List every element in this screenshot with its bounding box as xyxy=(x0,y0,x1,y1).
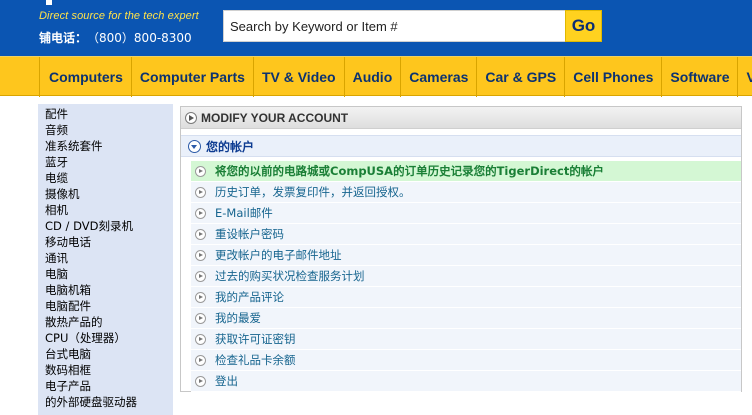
sidebar-item[interactable]: 电脑配件 xyxy=(45,298,173,314)
link-product-reviews[interactable]: 我的产品评论 xyxy=(191,287,741,308)
arrow-right-icon xyxy=(195,249,206,261)
your-account-header[interactable]: 您的帐户 xyxy=(181,135,741,157)
modify-account-bar[interactable]: MODIFY YOUR ACCOUNT xyxy=(181,107,741,129)
nav-item-computers[interactable]: Computers xyxy=(39,57,132,97)
arrow-right-icon xyxy=(185,111,197,124)
go-button[interactable]: Go xyxy=(565,10,602,42)
phone-number: （800）800-8300 xyxy=(93,31,192,45)
nav-item-tv-video[interactable]: TV & Video xyxy=(254,57,345,97)
link-label: 将您的以前的电路城或CompUSA的订单历史记录您的TigerDirect的帐户 xyxy=(215,164,604,178)
link-license-keys[interactable]: 获取许可证密钥 xyxy=(191,329,741,350)
nav-items: Computers Computer Parts TV & Video Audi… xyxy=(39,57,752,97)
link-label: 检查礼品卡余额 xyxy=(215,353,296,367)
sidebar-item[interactable]: 数码相框 xyxy=(45,362,173,378)
sidebar-item[interactable]: 台式电脑 xyxy=(45,346,173,362)
chevron-down-icon xyxy=(188,139,201,153)
sidebar-item[interactable]: 散热产品的 xyxy=(45,314,173,330)
link-label: 我的最爱 xyxy=(215,311,261,325)
link-service-plans[interactable]: 过去的购买状况检查服务计划 xyxy=(191,266,741,287)
sidebar-item[interactable]: 摄像机 xyxy=(45,186,173,202)
link-logout[interactable]: 登出 xyxy=(191,371,741,392)
arrow-right-icon xyxy=(195,186,206,198)
sidebar-item[interactable]: 的外部硬盘驱动器 xyxy=(45,394,173,410)
search-box xyxy=(223,10,565,42)
arrow-right-icon xyxy=(195,228,206,240)
sidebar-item[interactable]: CD / DVD刻录机 xyxy=(45,218,173,234)
nav-item-cameras[interactable]: Cameras xyxy=(401,57,478,97)
account-links: 将您的以前的电路城或CompUSA的订单历史记录您的TigerDirect的帐户… xyxy=(191,161,741,392)
logo-fragment[interactable] xyxy=(46,0,52,5)
link-reset-password[interactable]: 重设帐户密码 xyxy=(191,224,741,245)
link-label: 历史订单，发票复印件，并返回授权。 xyxy=(215,185,411,199)
nav-item-video[interactable]: Vi xyxy=(738,57,752,97)
sidebar-item[interactable]: 电缆 xyxy=(45,170,173,186)
link-label: 获取许可证密钥 xyxy=(215,332,296,346)
search-input[interactable] xyxy=(230,18,560,34)
link-label: 我的产品评论 xyxy=(215,290,284,304)
sidebar-item[interactable]: 音频 xyxy=(45,122,173,138)
sidebar-item[interactable]: 蓝牙 xyxy=(45,154,173,170)
link-email[interactable]: E-Mail邮件 xyxy=(191,203,741,224)
sidebar-item[interactable]: 相机 xyxy=(45,202,173,218)
phone-info: 铺电话： （800）800-8300 xyxy=(39,29,192,46)
link-label: 重设帐户密码 xyxy=(215,227,284,241)
arrow-right-icon xyxy=(195,354,206,366)
link-label: 更改帐户的电子邮件地址 xyxy=(215,248,342,262)
arrow-right-icon xyxy=(195,207,206,219)
link-label: 过去的购买状况检查服务计划 xyxy=(215,269,365,283)
sidebar-item[interactable]: 准系统套件 xyxy=(45,138,173,154)
link-favorites[interactable]: 我的最爱 xyxy=(191,308,741,329)
sidebar-item[interactable]: 电脑 xyxy=(45,266,173,282)
arrow-right-icon xyxy=(195,291,206,303)
link-change-email[interactable]: 更改帐户的电子邮件地址 xyxy=(191,245,741,266)
link-label: E-Mail邮件 xyxy=(215,206,273,220)
link-gift-card-balance[interactable]: 检查礼品卡余额 xyxy=(191,350,741,371)
sidebar-item[interactable]: 电子产品 xyxy=(45,378,173,394)
nav-item-cell-phones[interactable]: Cell Phones xyxy=(565,57,663,97)
account-panel: MODIFY YOUR ACCOUNT 您的帐户 将您的以前的电路城或CompU… xyxy=(180,106,742,392)
link-order-history[interactable]: 历史订单，发票复印件，并返回授权。 xyxy=(191,182,741,203)
sidebar-item[interactable]: CPU（处理器） xyxy=(45,330,173,346)
nav-item-audio[interactable]: Audio xyxy=(345,57,402,97)
arrow-right-icon xyxy=(195,270,206,282)
sidebar-item[interactable]: 通讯 xyxy=(45,250,173,266)
link-label: 登出 xyxy=(215,374,238,388)
nav-item-car-gps[interactable]: Car & GPS xyxy=(477,57,566,97)
modify-account-title: MODIFY YOUR ACCOUNT xyxy=(201,110,349,125)
sidebar-item[interactable]: 电脑机箱 xyxy=(45,282,173,298)
nav-item-software[interactable]: Software xyxy=(662,57,739,97)
nav-item-computer-parts[interactable]: Computer Parts xyxy=(132,57,254,97)
arrow-right-icon xyxy=(195,312,206,324)
arrow-right-icon xyxy=(195,375,206,387)
category-nav: Computers Computer Parts TV & Video Audi… xyxy=(0,56,752,97)
sidebar-item[interactable]: 移动电话 xyxy=(45,234,173,250)
arrow-right-icon xyxy=(195,333,206,345)
sidebar-item[interactable]: 配件 xyxy=(45,106,173,122)
link-import-order-history[interactable]: 将您的以前的电路城或CompUSA的订单历史记录您的TigerDirect的帐户 xyxy=(191,161,741,182)
site-header: Direct source for the tech expert 铺电话： （8… xyxy=(0,0,752,56)
arrow-right-icon xyxy=(195,165,206,177)
your-account-title: 您的帐户 xyxy=(206,139,255,154)
phone-label: 铺电话： xyxy=(39,31,88,45)
category-sidebar: 配件 音频 准系统套件 蓝牙 电缆 摄像机 相机 CD / DVD刻录机 移动电… xyxy=(38,104,173,415)
tagline: Direct source for the tech expert xyxy=(39,10,199,22)
